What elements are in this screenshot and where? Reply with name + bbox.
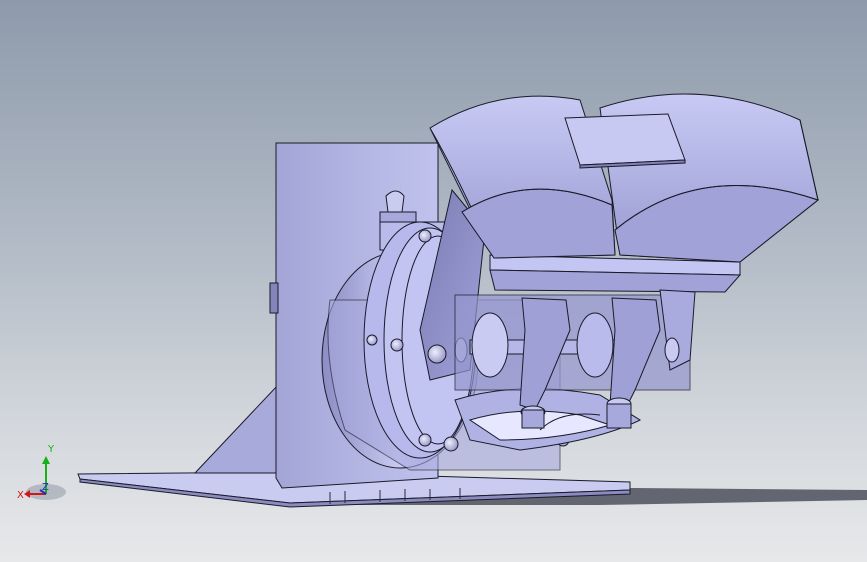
y-axis-arrow-icon [42, 456, 50, 464]
orientation-triad: Y X Z [17, 444, 66, 501]
support-gusset[interactable] [193, 383, 279, 474]
bucket-frame[interactable] [454, 254, 742, 391]
x-axis-label: X [17, 490, 24, 501]
bucket-cover-plate[interactable] [564, 113, 686, 169]
z-axis-label: Z [42, 482, 49, 493]
cad-model[interactable] [0, 0, 867, 562]
cad-3d-viewport[interactable]: Y X Z [0, 0, 867, 562]
y-axis-label: Y [47, 444, 55, 455]
